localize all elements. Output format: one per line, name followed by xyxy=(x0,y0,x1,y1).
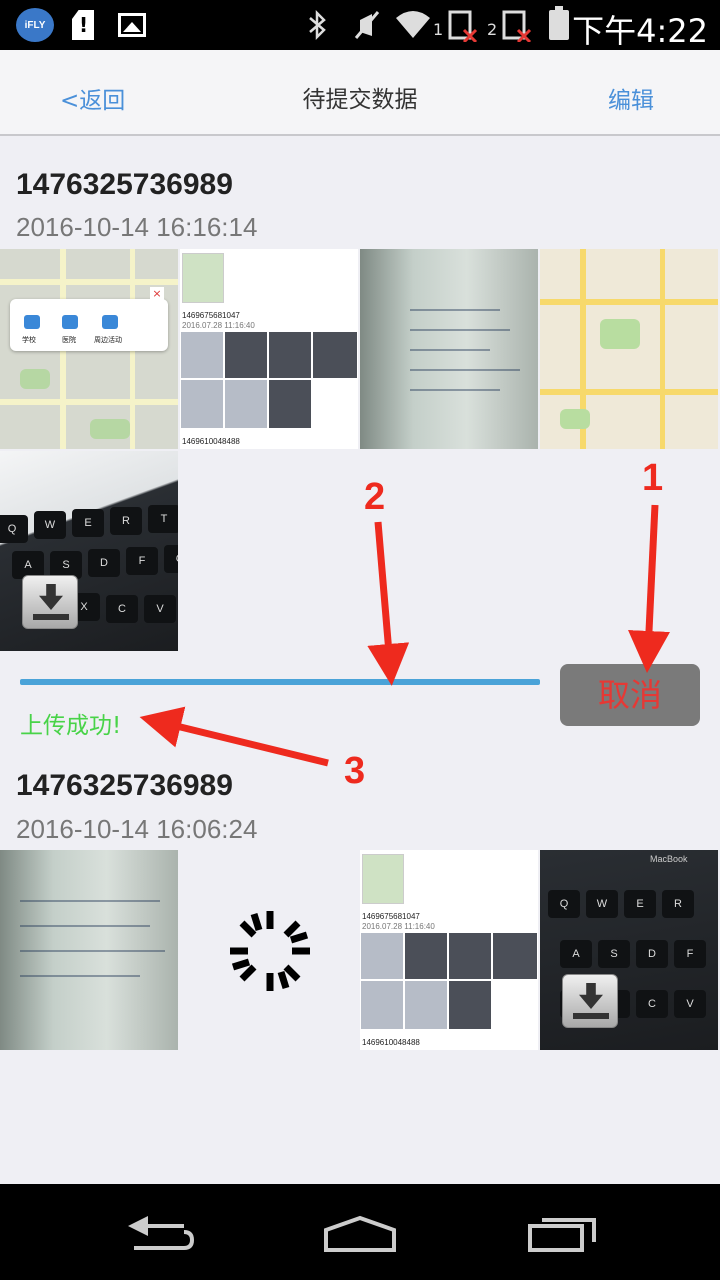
annotation-2: 2 xyxy=(364,476,386,518)
annotation-1: 1 xyxy=(642,457,664,499)
annotation-arrow-2 xyxy=(367,521,410,686)
home-nav-icon[interactable] xyxy=(322,1214,398,1254)
annotation-arrows xyxy=(139,504,670,767)
recents-nav-icon[interactable] xyxy=(526,1212,598,1252)
back-nav-icon[interactable] xyxy=(124,1212,196,1252)
annotation-arrow-1 xyxy=(628,504,670,673)
annotation-3: 3 xyxy=(344,750,366,792)
system-nav-bar xyxy=(0,1184,720,1280)
annotation-arrow-3 xyxy=(139,706,329,767)
